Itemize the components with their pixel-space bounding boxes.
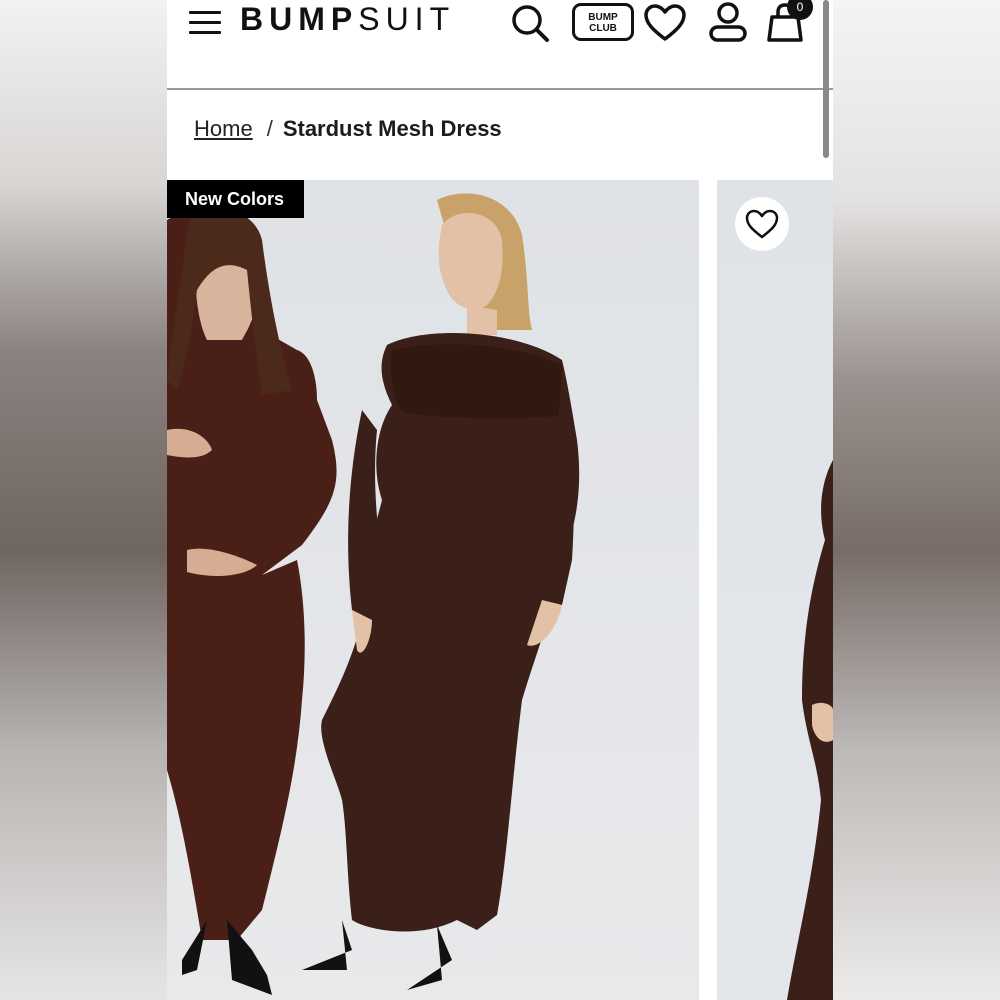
account-icon[interactable]	[708, 2, 748, 44]
wishlist-button[interactable]	[735, 197, 789, 251]
product-image-main[interactable]	[167, 180, 699, 1000]
cart-count-badge: 0	[787, 0, 813, 20]
model-peek-photo	[787, 460, 833, 1000]
bump-club-line2: CLUB	[589, 23, 617, 34]
new-colors-badge: New Colors	[167, 180, 304, 218]
brand-logo[interactable]: BUMPSUIT	[240, 1, 455, 37]
scrollbar[interactable]	[823, 0, 829, 158]
breadcrumb-current: Stardust Mesh Dress	[282, 116, 502, 141]
breadcrumb-separator: /	[266, 116, 273, 141]
search-icon[interactable]	[510, 2, 552, 44]
phone-screen: BUMPSUIT BUMP CLUB 0 Home / Stardust Mesh …	[167, 0, 833, 1000]
blurred-backdrop-right	[833, 0, 1000, 1000]
menu-icon[interactable]	[187, 8, 223, 38]
logo-bold-text: BUMP	[240, 1, 359, 37]
models-photo	[167, 193, 580, 995]
logo-light-text: SUIT	[358, 1, 456, 37]
heart-outline-icon	[745, 209, 779, 239]
breadcrumb-home-link[interactable]: Home	[194, 116, 253, 141]
site-header: BUMPSUIT BUMP CLUB 0	[167, 0, 833, 90]
bump-club-line1: BUMP	[588, 12, 618, 23]
bump-club-button[interactable]: BUMP CLUB	[572, 3, 634, 41]
blurred-backdrop-left	[0, 0, 167, 1000]
heart-icon[interactable]	[643, 4, 687, 42]
breadcrumb: Home / Stardust Mesh Dress	[194, 116, 502, 142]
product-image-next[interactable]	[717, 180, 833, 1000]
